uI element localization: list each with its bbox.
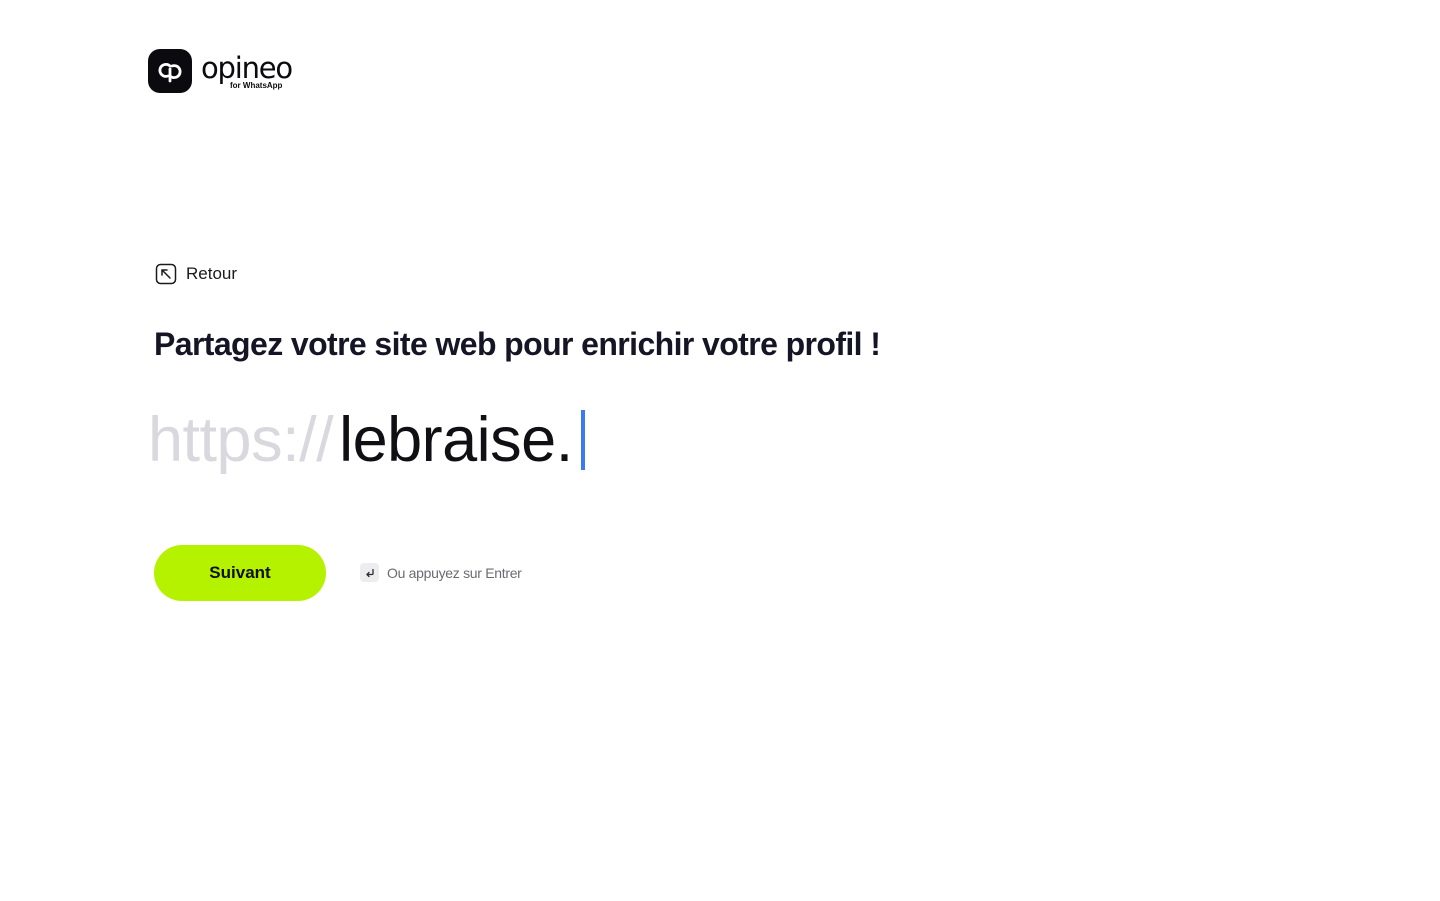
url-prefix: https:// [148, 405, 334, 475]
website-url-field[interactable]: https:// lebraise. [148, 400, 585, 480]
enter-hint-text: Ou appuyez sur Entrer [387, 564, 522, 581]
question-title: Partagez votre site web pour enrichir vo… [154, 326, 881, 362]
back-label: Retour [186, 264, 238, 283]
brand-logo[interactable]: opineo for WhatsApp [148, 49, 301, 93]
brand-tagline: for WhatsApp [230, 81, 283, 90]
link-loop-icon [148, 49, 192, 93]
page: opineo for WhatsApp Retour Partagez votr… [0, 0, 1440, 901]
website-url-input[interactable]: lebraise. [339, 404, 573, 476]
enter-hint: Ou appuyez sur Entrer [360, 563, 522, 582]
back-link[interactable]: Retour [155, 263, 237, 285]
brand-wordmark: opineo for WhatsApp [201, 49, 301, 93]
enter-return-icon [360, 563, 379, 582]
next-button[interactable]: Suivant [154, 545, 326, 601]
arrow-up-left-square-icon [155, 263, 177, 285]
text-caret [580, 410, 585, 470]
